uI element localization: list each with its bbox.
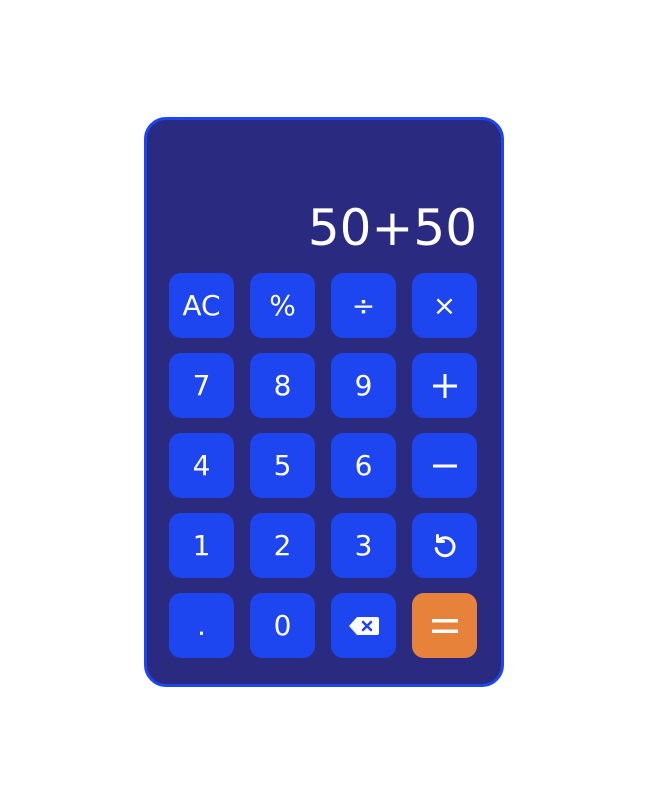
subtract-button[interactable] [412, 433, 477, 498]
plus-icon [432, 373, 457, 398]
keypad: AC % ÷ × 7 8 9 4 5 6 1 2 3 . 0 [169, 273, 477, 658]
clear-button[interactable]: AC [169, 273, 234, 338]
digit-5-button[interactable]: 5 [250, 433, 315, 498]
equals-button[interactable] [412, 593, 477, 658]
digit-6-button[interactable]: 6 [331, 433, 396, 498]
calculator: 50+50 AC % ÷ × 7 8 9 4 5 6 1 2 3 . 0 [144, 117, 504, 687]
digit-0-button[interactable]: 0 [250, 593, 315, 658]
digit-7-button[interactable]: 7 [169, 353, 234, 418]
digit-8-button[interactable]: 8 [250, 353, 315, 418]
digit-2-button[interactable]: 2 [250, 513, 315, 578]
digit-3-button[interactable]: 3 [331, 513, 396, 578]
multiply-button[interactable]: × [412, 273, 477, 338]
undo-button[interactable] [412, 513, 477, 578]
backspace-button[interactable] [331, 593, 396, 658]
add-button[interactable] [412, 353, 477, 418]
minus-icon [432, 464, 457, 467]
backspace-icon [348, 616, 379, 635]
equals-icon [431, 618, 458, 633]
digit-1-button[interactable]: 1 [169, 513, 234, 578]
calculator-display: 50+50 [307, 199, 477, 257]
percent-button[interactable]: % [250, 273, 315, 338]
undo-icon [434, 533, 456, 557]
decimal-button[interactable]: . [169, 593, 234, 658]
digit-4-button[interactable]: 4 [169, 433, 234, 498]
digit-9-button[interactable]: 9 [331, 353, 396, 418]
divide-button[interactable]: ÷ [331, 273, 396, 338]
